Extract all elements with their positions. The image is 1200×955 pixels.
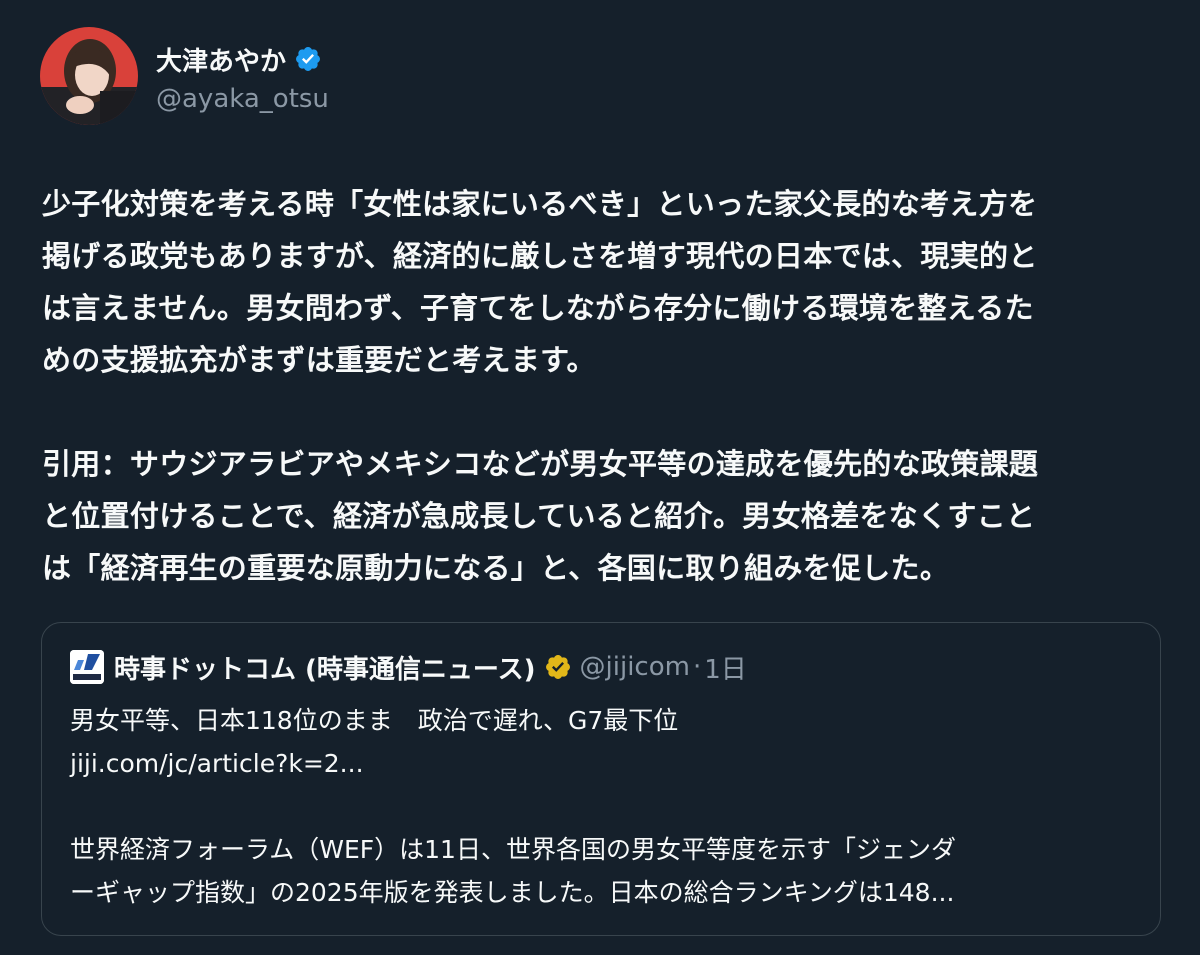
quoted-display-name[interactable]: 時事ドットコム (時事通信ニュース) [114, 649, 536, 686]
verified-gold-badge-icon [544, 653, 572, 681]
tweet-header: 大津あやか @ayaka_otsu [40, 27, 329, 125]
quoted-link[interactable]: jiji.com/jc/article?k=2... [70, 742, 1130, 785]
quoted-body-line-2: ーギャップ指数」の2025年版を発表しました。日本の総合ランキングは148... [70, 878, 955, 907]
separator-dot: · [692, 652, 702, 682]
quoted-tweet-body: 男女平等、日本118位のまま 政治で遅れ、G7最下位 jiji.com/jc/a… [70, 699, 1130, 914]
author-handle[interactable]: @ayaka_otsu [156, 84, 329, 114]
verified-badge-icon [294, 45, 322, 73]
quoted-tweet-card[interactable]: 時事ドットコム (時事通信ニュース) @jijicom · 1日 男女平等、日本… [41, 622, 1161, 936]
quoted-headline: 男女平等、日本118位のまま 政治で遅れ、G7最下位 [70, 706, 679, 735]
quoted-handle[interactable]: @jijicom [580, 652, 690, 682]
tweet-paragraph-1: 少子化対策を考える時「女性は家にいるべき」といった家父長的な考え方を 掲げる政党… [42, 187, 1038, 377]
tweet-text: 少子化対策を考える時「女性は家にいるべき」といった家父長的な考え方を 掲げる政党… [42, 178, 1167, 594]
quoted-body-line-1: 世界経済フォーラム（WEF）は11日、世界各国の男女平等度を示す「ジェンダ [70, 835, 956, 864]
jiji-logo-icon [70, 650, 104, 684]
display-name-row: 大津あやか [156, 38, 329, 80]
tweet-paragraph-2: 引用：サウジアラビアやメキシコなどが男女平等の達成を優先的な政策課題 と位置付け… [42, 447, 1039, 585]
display-name[interactable]: 大津あやか [156, 41, 286, 78]
avatar-photo-icon [40, 27, 138, 125]
avatar[interactable] [40, 27, 138, 125]
quoted-timestamp[interactable]: 1日 [704, 649, 747, 686]
quoted-tweet-header: 時事ドットコム (時事通信ニュース) @jijicom · 1日 [70, 647, 747, 687]
author-names: 大津あやか @ayaka_otsu [156, 27, 329, 125]
